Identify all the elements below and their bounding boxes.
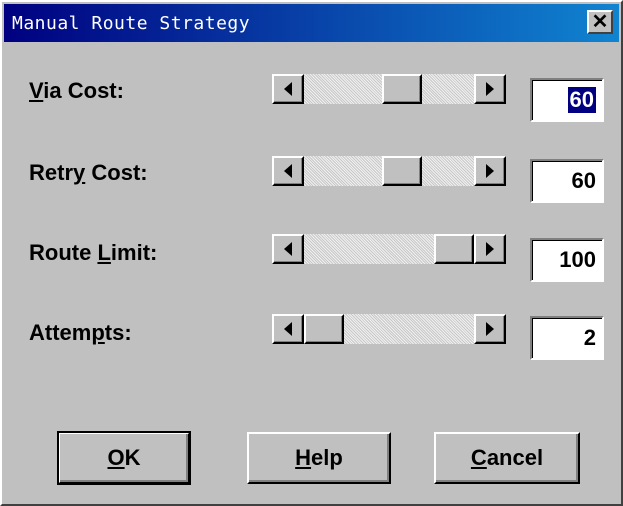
scroll-left-button[interactable]: [272, 74, 304, 104]
route-limit-slider[interactable]: [272, 234, 506, 264]
scroll-left-button[interactable]: [272, 156, 304, 186]
scroll-left-button[interactable]: [272, 234, 304, 264]
arrow-left-icon: [284, 82, 292, 96]
retry-cost-label: Retry Cost:: [29, 160, 148, 185]
via-cost-value: 60: [567, 87, 596, 113]
slider-track[interactable]: [304, 314, 474, 344]
via-cost-label: Via Cost:: [29, 78, 124, 103]
scroll-right-button[interactable]: [474, 314, 506, 344]
attempts-label: Attempts:: [29, 320, 132, 345]
help-button[interactable]: Help: [247, 432, 391, 484]
attempts-field[interactable]: 2: [530, 316, 604, 360]
arrow-right-icon: [486, 82, 494, 96]
slider-thumb[interactable]: [382, 74, 422, 104]
retry-cost-field[interactable]: 60: [530, 159, 604, 203]
slider-thumb[interactable]: [382, 156, 422, 186]
scroll-right-button[interactable]: [474, 156, 506, 186]
attempts-slider[interactable]: [272, 314, 506, 344]
retry-cost-slider[interactable]: [272, 156, 506, 186]
slider-thumb[interactable]: [304, 314, 344, 344]
arrow-left-icon: [284, 164, 292, 178]
close-icon: ✕: [591, 11, 609, 33]
title-bar[interactable]: Manual Route Strategy ✕: [4, 4, 619, 42]
slider-track[interactable]: [304, 156, 474, 186]
slider-track[interactable]: [304, 74, 474, 104]
scroll-right-button[interactable]: [474, 74, 506, 104]
scroll-right-button[interactable]: [474, 234, 506, 264]
arrow-left-icon: [284, 242, 292, 256]
dialog-window: Manual Route Strategy ✕ Via Cost: 60 Ret…: [0, 0, 623, 506]
close-button[interactable]: ✕: [587, 10, 613, 34]
arrow-right-icon: [486, 322, 494, 336]
ok-button[interactable]: OK: [57, 431, 191, 485]
slider-thumb[interactable]: [434, 234, 474, 264]
arrow-right-icon: [486, 242, 494, 256]
route-limit-value: 100: [559, 247, 596, 272]
route-limit-label: Route Limit:: [29, 240, 158, 265]
window-title: Manual Route Strategy: [12, 13, 251, 34]
attempts-value: 2: [583, 325, 596, 350]
via-cost-field[interactable]: 60: [530, 78, 604, 122]
slider-track[interactable]: [304, 234, 474, 264]
cancel-button[interactable]: Cancel: [434, 432, 580, 484]
arrow-left-icon: [284, 322, 292, 336]
scroll-left-button[interactable]: [272, 314, 304, 344]
retry-cost-value: 60: [571, 168, 596, 193]
via-cost-slider[interactable]: [272, 74, 506, 104]
arrow-right-icon: [486, 164, 494, 178]
route-limit-field[interactable]: 100: [530, 238, 604, 282]
